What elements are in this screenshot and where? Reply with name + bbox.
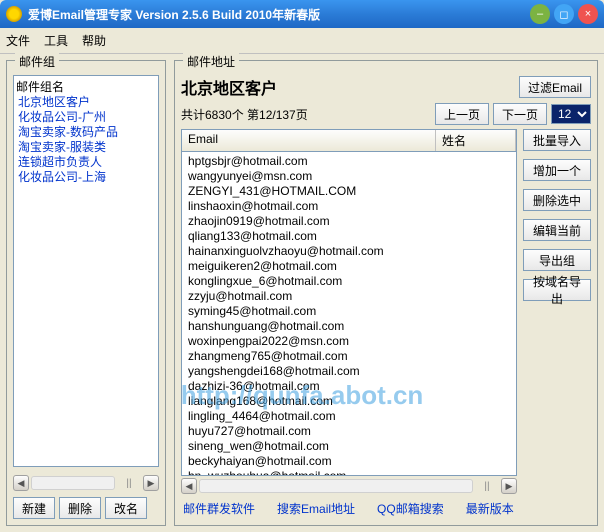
footer-link-search-email[interactable]: 搜索Email地址 [277, 500, 355, 517]
email-row[interactable]: beckyhaiyan@hotmail.com [188, 454, 510, 469]
filter-email-button[interactable]: 过滤Email [519, 76, 591, 98]
add-one-button[interactable]: 增加一个 [523, 159, 591, 181]
email-row[interactable]: lianglang168@hotmail.com [188, 394, 510, 409]
email-row[interactable]: zhaojin0919@hotmail.com [188, 214, 510, 229]
menu-tools[interactable]: 工具 [44, 32, 68, 49]
content: 邮件组 邮件组名 北京地区客户化妆品公司-广州淘宝卖家-数码产品淘宝卖家-服装类… [0, 54, 604, 532]
next-page-button[interactable]: 下一页 [493, 103, 547, 125]
mail-group-item[interactable]: 北京地区客户 [16, 95, 156, 110]
email-row[interactable]: yangshengdei168@hotmail.com [188, 364, 510, 379]
side-buttons: 批量导入 增加一个 删除选中 编辑当前 导出组 按域名导出 [523, 129, 591, 494]
footer-link-latest-version[interactable]: 最新版本 [466, 500, 514, 517]
email-row[interactable]: ZENGYI_431@HOTMAIL.COM [188, 184, 510, 199]
mail-group-listbox[interactable]: 邮件组名 北京地区客户化妆品公司-广州淘宝卖家-数码产品淘宝卖家-服装类连锁超市… [13, 75, 159, 467]
email-row[interactable]: hn_wuzhouhua@hotmail.com [188, 469, 510, 476]
mail-group-header[interactable]: 邮件组名 [16, 78, 156, 95]
pagination-info: 共计6830个 第12/137页 [181, 106, 431, 123]
email-row[interactable]: meiguikeren2@hotmail.com [188, 259, 510, 274]
menubar: 文件 工具 帮助 [0, 28, 604, 54]
email-row[interactable]: syming45@hotmail.com [188, 304, 510, 319]
delete-selected-button[interactable]: 删除选中 [523, 189, 591, 211]
footer-link-mass-mail[interactable]: 邮件群发软件 [183, 500, 255, 517]
footer-link-qq-search[interactable]: QQ邮箱搜索 [377, 500, 444, 517]
scroll-pause-icon: || [117, 478, 141, 489]
mail-group-panel: 邮件组 邮件组名 北京地区客户化妆品公司-广州淘宝卖家-数码产品淘宝卖家-服装类… [6, 60, 166, 526]
email-row[interactable]: hptgsbjr@hotmail.com [188, 154, 510, 169]
close-button[interactable]: × [578, 4, 598, 24]
email-scroll: ◀ || ▶ [181, 478, 517, 494]
scroll-right-icon[interactable]: ▶ [143, 475, 159, 491]
mail-group-panel-title: 邮件组 [15, 53, 59, 70]
email-row[interactable]: linshaoxin@hotmail.com [188, 199, 510, 214]
col-name[interactable]: 姓名 [436, 130, 516, 151]
email-list-header: Email 姓名 [181, 129, 517, 151]
edit-current-button[interactable]: 编辑当前 [523, 219, 591, 241]
email-row[interactable]: huyu727@hotmail.com [188, 424, 510, 439]
scroll-right-icon[interactable]: ▶ [501, 478, 517, 494]
col-email[interactable]: Email [182, 130, 436, 151]
window-title: 爱博Email管理专家 Version 2.5.6 Build 2010年新春版 [28, 6, 526, 23]
maximize-button[interactable]: ◻ [554, 4, 574, 24]
export-by-domain-button[interactable]: 按域名导出 [523, 279, 591, 301]
minimize-button[interactable]: – [530, 4, 550, 24]
email-row[interactable]: woxinpengpai2022@msn.com [188, 334, 510, 349]
menu-file[interactable]: 文件 [6, 32, 30, 49]
group-buttons: 新建 删除 改名 [13, 497, 159, 519]
mail-group-item[interactable]: 化妆品公司-广州 [16, 110, 156, 125]
new-group-button[interactable]: 新建 [13, 497, 55, 519]
current-group-name: 北京地区客户 [181, 75, 511, 99]
mail-group-item[interactable]: 连锁超市负责人 [16, 155, 156, 170]
email-row[interactable]: lingling_4464@hotmail.com [188, 409, 510, 424]
email-row[interactable]: zhangmeng765@hotmail.com [188, 349, 510, 364]
email-row[interactable]: hainanxinguolvzhaoyu@hotmail.com [188, 244, 510, 259]
mail-group-item[interactable]: 淘宝卖家-服装类 [16, 140, 156, 155]
scroll-pause-icon: || [475, 481, 499, 492]
email-row[interactable]: konglingxue_6@hotmail.com [188, 274, 510, 289]
prev-page-button[interactable]: 上一页 [435, 103, 489, 125]
app-icon [6, 6, 22, 22]
email-row[interactable]: zzyju@hotmail.com [188, 289, 510, 304]
email-rows[interactable]: hptgsbjr@hotmail.comwangyunyei@msn.comZE… [181, 151, 517, 476]
titlebar: 爱博Email管理专家 Version 2.5.6 Build 2010年新春版… [0, 0, 604, 28]
email-row[interactable]: qliang133@hotmail.com [188, 229, 510, 244]
footer-links: 邮件群发软件 搜索Email地址 QQ邮箱搜索 最新版本 [181, 494, 591, 519]
email-row[interactable]: sineng_wen@hotmail.com [188, 439, 510, 454]
delete-group-button[interactable]: 删除 [59, 497, 101, 519]
rename-group-button[interactable]: 改名 [105, 497, 147, 519]
batch-import-button[interactable]: 批量导入 [523, 129, 591, 151]
menu-help[interactable]: 帮助 [82, 32, 106, 49]
email-row[interactable]: wangyunyei@msn.com [188, 169, 510, 184]
mail-address-panel-title: 邮件地址 [183, 53, 239, 70]
mail-group-item[interactable]: 淘宝卖家-数码产品 [16, 125, 156, 140]
mail-group-item[interactable]: 化妆品公司-上海 [16, 170, 156, 185]
scroll-track[interactable] [199, 479, 473, 493]
scroll-left-icon[interactable]: ◀ [13, 475, 29, 491]
export-group-button[interactable]: 导出组 [523, 249, 591, 271]
page-select[interactable]: 12 [551, 104, 591, 124]
group-scroll: ◀ || ▶ [13, 475, 159, 491]
scroll-track[interactable] [31, 476, 115, 490]
mail-address-panel: 邮件地址 北京地区客户 过滤Email 共计6830个 第12/137页 上一页… [174, 60, 598, 526]
email-list: Email 姓名 hptgsbjr@hotmail.comwangyunyei@… [181, 129, 517, 494]
scroll-left-icon[interactable]: ◀ [181, 478, 197, 494]
email-row[interactable]: dazhizi-36@hotmail.com [188, 379, 510, 394]
email-row[interactable]: hanshunguang@hotmail.com [188, 319, 510, 334]
